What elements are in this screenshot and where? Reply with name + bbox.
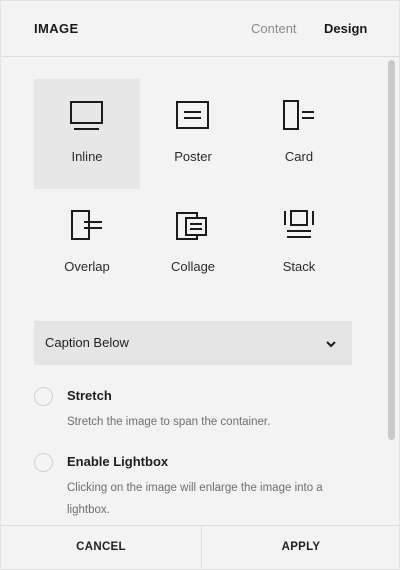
collage-layout-icon bbox=[176, 212, 207, 240]
layout-option-inline[interactable]: Inline bbox=[34, 79, 140, 189]
panel-footer: CANCEL APPLY bbox=[1, 525, 399, 569]
tab-design[interactable]: Design bbox=[324, 21, 367, 36]
layout-label: Card bbox=[284, 149, 314, 164]
panel-header: IMAGE Content Design bbox=[1, 1, 399, 57]
layout-option-overlap[interactable]: Overlap bbox=[34, 189, 140, 299]
poster-layout-icon bbox=[176, 101, 209, 129]
layout-option-collage[interactable]: Collage bbox=[140, 189, 246, 299]
layout-label: Collage bbox=[170, 259, 216, 274]
layout-option-poster[interactable]: Poster bbox=[140, 79, 246, 189]
lightbox-description: Clicking on the image will enlarge the i… bbox=[67, 482, 323, 516]
inline-layout-icon bbox=[70, 101, 103, 130]
card-layout-icon bbox=[283, 100, 314, 130]
cancel-button[interactable]: CANCEL bbox=[1, 526, 201, 569]
layout-option-card[interactable]: Card bbox=[246, 79, 352, 189]
apply-button[interactable]: APPLY bbox=[201, 526, 400, 569]
caption-position-select[interactable]: Caption Below bbox=[34, 321, 352, 365]
stack-layout-icon bbox=[284, 210, 314, 238]
image-settings-panel: IMAGE Content Design Inline Poster Card … bbox=[0, 0, 400, 570]
layout-label: Overlap bbox=[64, 259, 110, 274]
lightbox-title: Enable Lightbox bbox=[67, 454, 169, 469]
caption-select-value: Caption Below bbox=[45, 335, 129, 350]
scrollbar[interactable] bbox=[385, 57, 397, 527]
tab-content[interactable]: Content bbox=[251, 21, 297, 36]
stretch-description: Stretch the image to span the container. bbox=[67, 416, 271, 428]
chevron-down-icon bbox=[326, 341, 336, 348]
panel-title: IMAGE bbox=[34, 21, 79, 36]
layout-label: Stack bbox=[282, 259, 316, 274]
stretch-toggle[interactable] bbox=[34, 387, 53, 406]
layout-label: Inline bbox=[71, 149, 103, 164]
stretch-title: Stretch bbox=[67, 388, 112, 403]
scrollbar-thumb[interactable] bbox=[388, 60, 395, 440]
lightbox-toggle[interactable] bbox=[34, 453, 53, 472]
layout-option-stack[interactable]: Stack bbox=[246, 189, 352, 299]
layout-options-grid: Inline Poster Card Overlap Collage Stack bbox=[34, 79, 352, 299]
overlap-layout-icon bbox=[71, 210, 102, 240]
settings-scroll-area: Inline Poster Card Overlap Collage Stack… bbox=[1, 57, 399, 527]
layout-label: Poster bbox=[174, 149, 212, 164]
